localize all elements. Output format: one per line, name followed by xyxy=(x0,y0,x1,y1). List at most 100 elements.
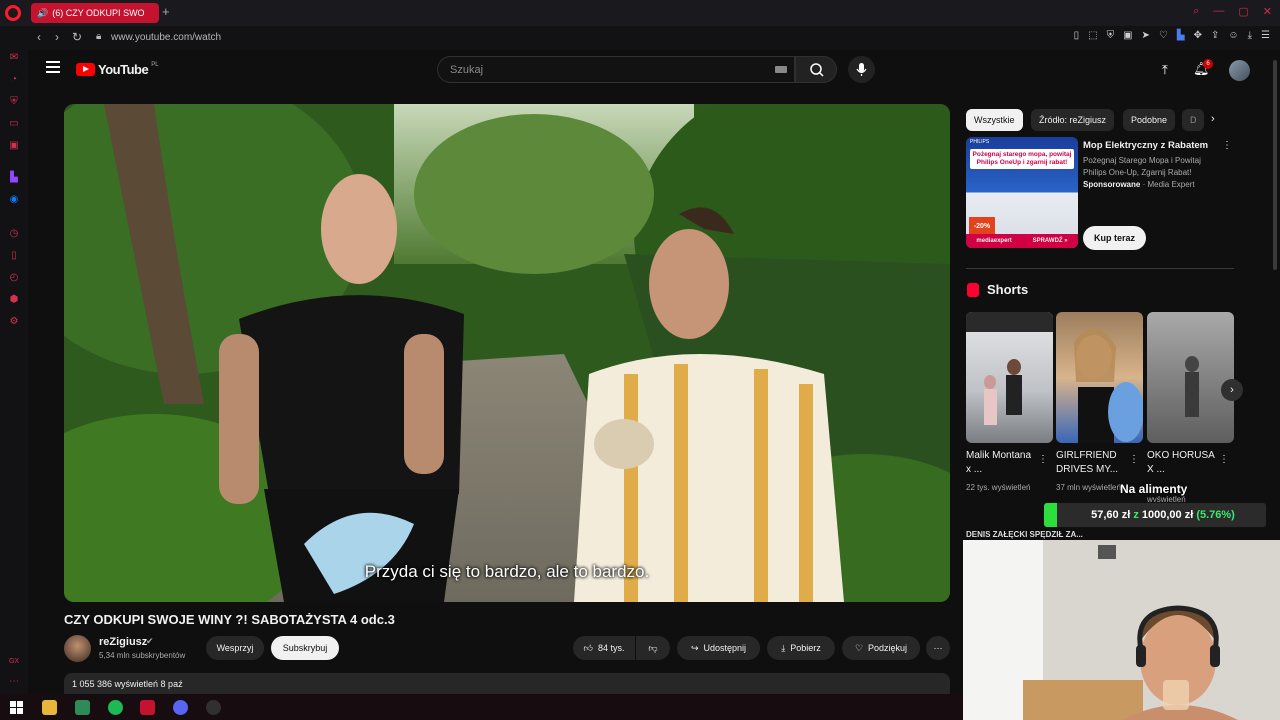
short-title[interactable]: OKO HORUSA X ... xyxy=(1147,449,1219,477)
notepad-icon[interactable] xyxy=(75,700,90,715)
more-icon[interactable]: ⋯ xyxy=(8,676,20,688)
file-explorer-icon[interactable] xyxy=(42,700,57,715)
bookmarks-icon[interactable]: ▯ xyxy=(8,250,20,262)
account-icon[interactable]: ☺ xyxy=(1228,30,1238,41)
share-icon[interactable]: ⇪ xyxy=(1211,30,1219,41)
voice-search-button[interactable] xyxy=(848,56,875,83)
twitch-icon[interactable]: ▙ xyxy=(8,172,20,184)
history-icon[interactable]: ◔ xyxy=(8,74,20,86)
ad-banner-text: Pożegnaj starego mopa, powitaj Philips O… xyxy=(970,149,1074,169)
maximize-icon[interactable]: ▢ xyxy=(1238,5,1248,18)
download-icon: ⤓ xyxy=(781,642,786,653)
ad-description: Pożegnaj Starego Mopa i Powitaj Philips … xyxy=(1083,156,1201,177)
account-avatar[interactable] xyxy=(1229,60,1250,81)
chip-more[interactable]: D xyxy=(1182,109,1204,131)
chat-icon[interactable]: ▭ xyxy=(8,118,20,130)
search-input[interactable]: Szukaj xyxy=(437,56,795,83)
messenger-app-icon[interactable]: ◉ xyxy=(8,194,20,206)
short-more-icon[interactable]: ⋮ xyxy=(1219,454,1229,465)
obs-icon[interactable] xyxy=(206,700,221,715)
subscribe-button[interactable]: Subskrybuj xyxy=(271,636,339,660)
next-video-title[interactable]: DENIS ZAŁĘCKI SPĘDZIŁ ZA... xyxy=(966,530,1236,540)
spotify-icon[interactable] xyxy=(108,700,123,715)
heart-icon[interactable]: ♡ xyxy=(1159,30,1168,41)
thanks-button[interactable]: ♡ Podziękuj xyxy=(842,636,920,660)
send-icon[interactable]: ➤ xyxy=(1142,30,1150,41)
hamburger-menu-icon[interactable] xyxy=(46,61,60,73)
back-icon[interactable]: ‹ xyxy=(37,30,41,44)
search-tabs-icon[interactable]: ⌕ xyxy=(1193,5,1199,18)
upload-icon[interactable]: ⤒ xyxy=(1162,62,1168,78)
chip-all[interactable]: Wszystkie xyxy=(966,109,1023,131)
support-button[interactable]: Wesprzyj xyxy=(206,636,264,660)
reload-icon[interactable]: ↻ xyxy=(72,30,82,44)
translate-icon[interactable]: ▙ xyxy=(1177,30,1185,41)
short-thumbnail[interactable] xyxy=(1147,312,1234,443)
dislike-button[interactable]: 👎︎ xyxy=(636,636,670,660)
short-thumbnail[interactable] xyxy=(1056,312,1143,443)
ad-brand-tag: PHILIPS xyxy=(970,139,990,145)
ad-footer: mediaexpert SPRAWDŹ » xyxy=(966,234,1078,248)
windows-start-icon[interactable] xyxy=(9,700,24,715)
verified-icon: ✔ xyxy=(146,636,154,646)
description-box[interactable]: 1 055 386 wyświetleń 8 paź xyxy=(64,673,950,694)
search-icon xyxy=(810,63,824,77)
messenger-icon[interactable]: ✉ xyxy=(8,52,20,64)
close-icon[interactable]: ✕ xyxy=(1263,5,1272,18)
page-scrollbar[interactable] xyxy=(1273,60,1277,270)
chip-related[interactable]: Podobne xyxy=(1123,109,1176,131)
opera-menu-icon[interactable] xyxy=(5,5,21,21)
gx-icon[interactable]: GX xyxy=(8,656,20,668)
ad-cta-button[interactable]: Kup teraz xyxy=(1083,226,1146,250)
extensions-toolbar: ▯ ⬚ ⛨ ▣ ➤ ♡ ▙ ✥ ⇪ ☺ ⤓ ☰ xyxy=(1074,30,1270,41)
chevron-right-icon[interactable]: › xyxy=(1211,113,1215,125)
more-actions-button[interactable]: ⋯ xyxy=(926,636,950,660)
channel-avatar[interactable] xyxy=(64,635,91,662)
like-button[interactable]: 👍︎ 84 tys. xyxy=(573,636,635,660)
notification-badge: 6 xyxy=(1203,59,1213,69)
url-field[interactable]: www.youtube.com/watch xyxy=(111,32,221,43)
short-thumbnail[interactable] xyxy=(966,312,1053,443)
vpn-icon[interactable]: ⛨ xyxy=(8,96,20,108)
new-tab-button[interactable]: + xyxy=(162,4,174,20)
speeddial-icon[interactable]: ◴ xyxy=(8,272,20,284)
short-title[interactable]: Malik Montana x ... xyxy=(966,449,1038,477)
short-more-icon[interactable]: ⋮ xyxy=(1038,454,1048,465)
keyboard-icon[interactable] xyxy=(775,66,787,73)
search-button[interactable] xyxy=(795,56,837,83)
lock-icon[interactable]: 🔒︎ xyxy=(96,31,101,42)
ad-title[interactable]: Mop Elektryczny z Rabatem xyxy=(1083,140,1208,151)
short-title[interactable]: GIRLFRIEND DRIVES MY... xyxy=(1056,449,1128,477)
player-icon[interactable]: ▣ xyxy=(8,140,20,152)
donation-percent: (5.76%) xyxy=(1196,509,1235,521)
microphone-icon xyxy=(856,63,867,76)
menu-icon[interactable]: ☰ xyxy=(1261,30,1270,41)
channel-name[interactable]: reZigiusz xyxy=(99,636,147,648)
browser-tab[interactable]: 🔊 (6) CZY ODKUPI SWO xyxy=(31,3,159,23)
settings-icon[interactable]: ⚙ xyxy=(8,316,20,328)
bookmark-icon[interactable]: ▯ xyxy=(1074,30,1080,41)
ad-thumbnail[interactable]: PHILIPS Pożegnaj starego mopa, powitaj P… xyxy=(966,137,1078,248)
minimize-icon[interactable]: — xyxy=(1213,5,1224,18)
video-player[interactable] xyxy=(64,104,950,602)
wallet-icon[interactable]: ▣ xyxy=(1123,30,1132,41)
short-more-icon[interactable]: ⋮ xyxy=(1129,454,1139,465)
snapshot-icon[interactable]: ⬚ xyxy=(1088,30,1097,41)
puzzle-icon[interactable]: ✥ xyxy=(1194,30,1202,41)
extensions-icon[interactable]: ⬢ xyxy=(8,294,20,306)
donation-goal: 1000,00 zł xyxy=(1141,509,1194,521)
download-button[interactable]: ⤓ Pobierz xyxy=(767,636,835,660)
shield-icon[interactable]: ⛨ xyxy=(1107,30,1115,41)
download-icon[interactable]: ⤓ xyxy=(1248,30,1252,41)
forward-icon[interactable]: › xyxy=(55,30,59,44)
opera-gx-icon[interactable] xyxy=(140,700,155,715)
shorts-next-button[interactable]: › xyxy=(1221,379,1243,401)
short-views: 22 tys. wyświetleń xyxy=(966,483,1031,492)
share-button[interactable]: ↪ Udostępnij xyxy=(677,636,760,660)
video-subtitle: Przyda ci się to bardzo, ale to bardzo. xyxy=(364,562,650,581)
chip-source[interactable]: Źródło: reZigiusz xyxy=(1031,109,1115,131)
discord-icon[interactable] xyxy=(173,700,188,715)
clock-icon[interactable]: ◷ xyxy=(8,228,20,240)
ad-more-icon[interactable]: ⋮ xyxy=(1222,140,1232,151)
youtube-logo[interactable]: YouTube PL xyxy=(76,62,159,77)
